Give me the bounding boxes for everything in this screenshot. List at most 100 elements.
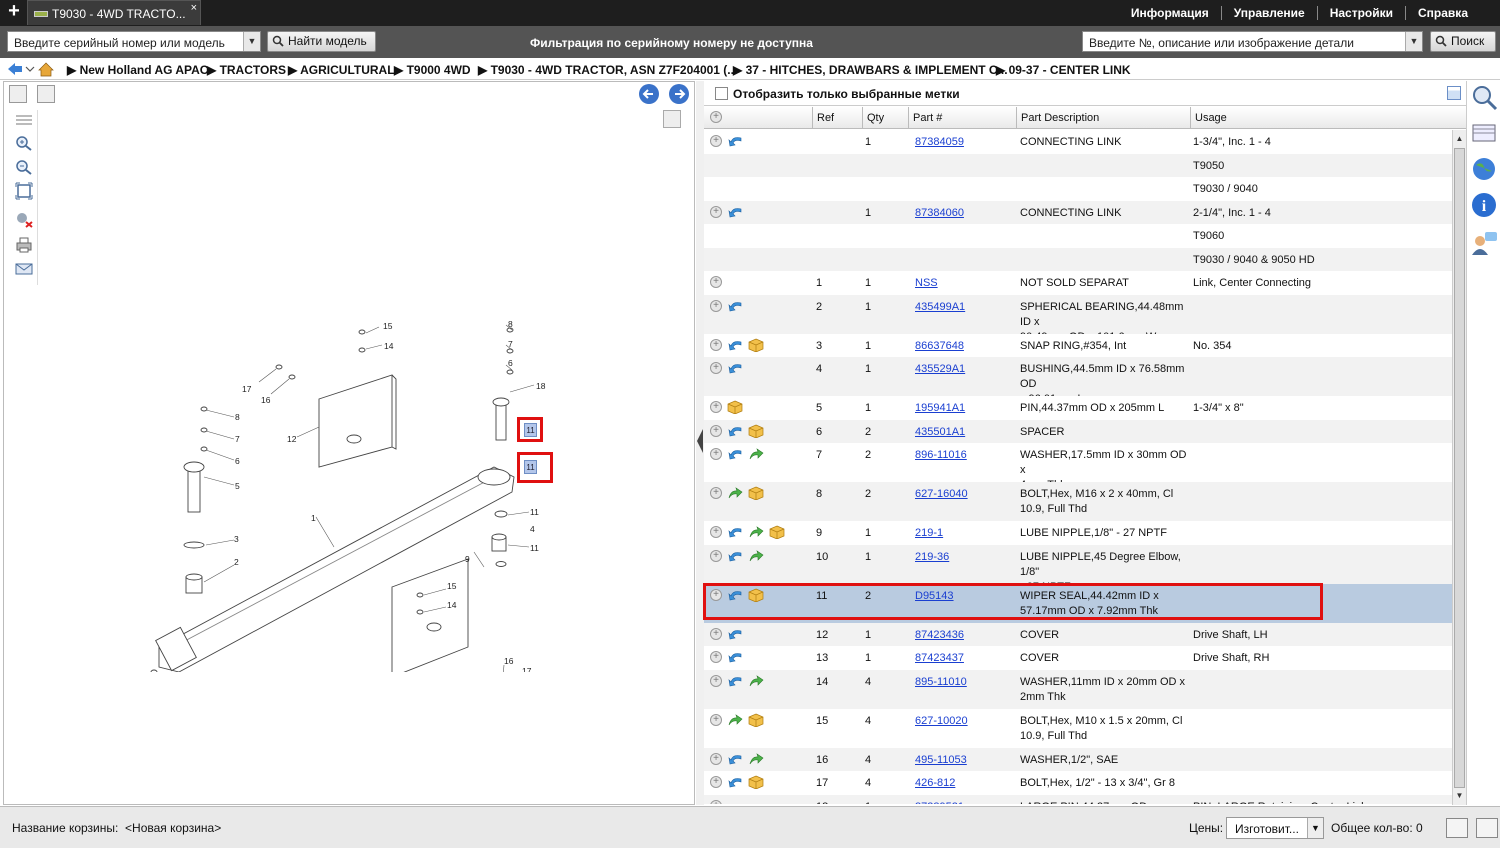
- alternate-part-icon[interactable]: [727, 713, 743, 727]
- table-row[interactable]: +1 1 NSS NOT SOLD SEPARAT Link, Center Conne…: [704, 271, 1452, 295]
- table-row[interactable]: +7 2 896-11016 WASHER,17.5mm ID x 30mm OD x…: [704, 443, 1452, 491]
- table-row[interactable]: T9030 / 9040 & 9050 HD: [704, 247, 1452, 271]
- table-row[interactable]: +6 2 435501A1 SPACER: [704, 419, 1452, 443]
- add-to-basket-icon[interactable]: +: [710, 299, 722, 312]
- table-row[interactable]: +18 1 87389521 LARGE PIN,44.37mm OD x 210mm…: [704, 794, 1452, 805]
- part-number-link[interactable]: 435501A1: [915, 426, 965, 438]
- replacement-arrow-icon[interactable]: [727, 205, 743, 219]
- part-number-cell[interactable]: 219-36: [915, 550, 949, 565]
- maximize-window-button[interactable]: [1476, 818, 1498, 838]
- table-row[interactable]: +1 87384060 CONNECTING LINK 2-1/4", Inc. 1 …: [704, 200, 1452, 224]
- pane-splitter[interactable]: [696, 81, 704, 805]
- add-to-basket-icon[interactable]: +: [710, 752, 722, 765]
- part-number-cell[interactable]: NSS: [915, 276, 938, 291]
- add-to-basket-icon[interactable]: +: [710, 276, 722, 288]
- catalog-icon[interactable]: [1470, 119, 1498, 147]
- alternate-part-icon[interactable]: [727, 486, 743, 500]
- part-number-link[interactable]: 435499A1: [915, 301, 965, 313]
- alternate-part-icon[interactable]: [748, 447, 764, 461]
- search-button[interactable]: Поиск: [1430, 31, 1496, 52]
- replacement-arrow-icon[interactable]: [727, 447, 743, 461]
- part-search-input[interactable]: Введите №, описание или изображение дета…: [1082, 31, 1423, 52]
- kit-box-icon[interactable]: [748, 775, 764, 789]
- breadcrumb-item-tractors[interactable]: ▶ TRACTORS: [207, 63, 286, 77]
- search-icon[interactable]: [1470, 83, 1498, 111]
- show-selected-only-checkbox[interactable]: [715, 87, 728, 100]
- kit-box-icon[interactable]: [748, 486, 764, 500]
- part-number-link[interactable]: 627-10020: [915, 715, 968, 727]
- add-to-basket-icon[interactable]: +: [710, 526, 722, 538]
- menu-info[interactable]: Информация: [1119, 6, 1221, 20]
- thumbnail-toggle[interactable]: [663, 110, 681, 128]
- part-number-cell[interactable]: 435499A1: [915, 300, 965, 315]
- column-header-description[interactable]: Part Description: [1016, 107, 1190, 129]
- chevron-down-icon[interactable]: ▼: [243, 32, 260, 51]
- zoom-in-icon[interactable]: [14, 134, 34, 152]
- add-to-basket-icon[interactable]: +: [710, 674, 722, 687]
- breadcrumb-item-section[interactable]: ▶ 37 - HITCHES, DRAWBARS & IMPLEMENT C..…: [733, 63, 1008, 77]
- zoom-out-icon[interactable]: [14, 158, 34, 176]
- part-number-link[interactable]: NSS: [915, 277, 938, 289]
- add-to-basket-icon[interactable]: +: [710, 549, 722, 562]
- restore-window-button[interactable]: [1446, 818, 1468, 838]
- breadcrumb-item-agricultural[interactable]: ▶ AGRICULTURAL: [288, 63, 395, 77]
- add-to-basket-icon[interactable]: +: [710, 362, 722, 374]
- add-to-basket-icon[interactable]: +: [710, 424, 722, 437]
- alternate-part-icon[interactable]: [748, 674, 764, 688]
- add-to-basket-icon[interactable]: +: [710, 338, 722, 351]
- part-number-link[interactable]: 426-812: [915, 777, 955, 789]
- replacement-arrow-icon[interactable]: [727, 424, 743, 438]
- alternate-part-icon[interactable]: [748, 752, 764, 766]
- table-row[interactable]: +1 87384059 CONNECTING LINK 1-3/4", Inc. 1 …: [704, 130, 1452, 154]
- part-number-cell[interactable]: 435501A1: [915, 425, 965, 440]
- part-number-cell[interactable]: 895-11010: [915, 675, 967, 690]
- add-to-basket-icon[interactable]: +: [710, 205, 722, 218]
- part-number-link[interactable]: 195941A1: [915, 402, 965, 414]
- vertical-scrollbar[interactable]: ▲ ▼: [1452, 130, 1466, 805]
- close-tab-icon[interactable]: ×: [191, 2, 197, 14]
- column-chooser-icon[interactable]: [1447, 86, 1461, 100]
- add-to-basket-icon[interactable]: +: [710, 487, 722, 499]
- column-header-usage[interactable]: Usage: [1190, 107, 1452, 129]
- callout-11-highlight[interactable]: 11: [517, 452, 553, 483]
- part-number-cell[interactable]: 627-16040: [915, 487, 968, 502]
- part-number-cell[interactable]: 435529A1: [915, 362, 965, 377]
- table-row[interactable]: T9060: [704, 224, 1452, 248]
- print-icon[interactable]: [14, 236, 34, 254]
- table-row[interactable]: T9050: [704, 153, 1452, 177]
- column-header-qty[interactable]: Qty: [862, 107, 908, 129]
- kit-box-icon[interactable]: [727, 400, 743, 414]
- table-row[interactable]: +4 1 435529A1 BUSHING,44.5mm ID x 76.58mm O…: [704, 357, 1452, 405]
- replacement-arrow-icon[interactable]: [727, 775, 743, 789]
- part-number-link[interactable]: 219-1: [915, 527, 943, 539]
- alternate-part-icon[interactable]: [748, 549, 764, 563]
- table-row[interactable]: +17 4 426-812 BOLT,Hex, 1/2" - 13 x 3/4", G…: [704, 771, 1452, 795]
- prices-select[interactable]: Изготовит... ▼: [1226, 817, 1324, 839]
- replacement-arrow-icon[interactable]: [727, 134, 743, 148]
- add-to-basket-icon[interactable]: +: [710, 776, 722, 788]
- breadcrumb-item-brand[interactable]: ▶ New Holland AG APAC: [67, 63, 208, 77]
- table-row[interactable]: +15 4 627-10020 BOLT,Hex, M10 x 1.5 x 20mm,…: [704, 708, 1452, 748]
- part-number-link[interactable]: 219-36: [915, 551, 949, 563]
- menu-manage[interactable]: Управление: [1220, 6, 1317, 20]
- part-number-link[interactable]: 87389521: [915, 801, 964, 805]
- part-number-cell[interactable]: 219-1: [915, 526, 943, 541]
- part-number-link[interactable]: 87384059: [915, 136, 964, 148]
- column-header-part[interactable]: Part #: [908, 107, 1016, 129]
- scrollbar-thumb[interactable]: [1454, 148, 1465, 788]
- replacement-arrow-icon[interactable]: [727, 549, 743, 563]
- table-row[interactable]: +16 4 495-11053 WASHER,1/2", SAE: [704, 747, 1452, 771]
- chevron-down-icon[interactable]: ▼: [1307, 818, 1323, 838]
- support-chat-icon[interactable]: [1470, 229, 1498, 257]
- part-number-cell[interactable]: 87389521: [915, 800, 964, 805]
- breadcrumb-item-model[interactable]: ▶ T9030 - 4WD TRACTOR, ASN Z7F204001 (..…: [478, 63, 737, 77]
- part-number-cell[interactable]: 87423437: [915, 651, 964, 666]
- part-number-cell[interactable]: 426-812: [915, 776, 955, 791]
- add-to-basket-icon[interactable]: +: [710, 627, 722, 640]
- kit-box-icon[interactable]: [748, 424, 764, 438]
- menu-settings[interactable]: Настройки: [1316, 6, 1405, 20]
- add-to-basket-icon[interactable]: +: [710, 799, 722, 804]
- replacement-arrow-icon[interactable]: [727, 650, 743, 664]
- part-number-cell[interactable]: 87384060: [915, 206, 964, 221]
- replacement-arrow-icon[interactable]: [727, 627, 743, 641]
